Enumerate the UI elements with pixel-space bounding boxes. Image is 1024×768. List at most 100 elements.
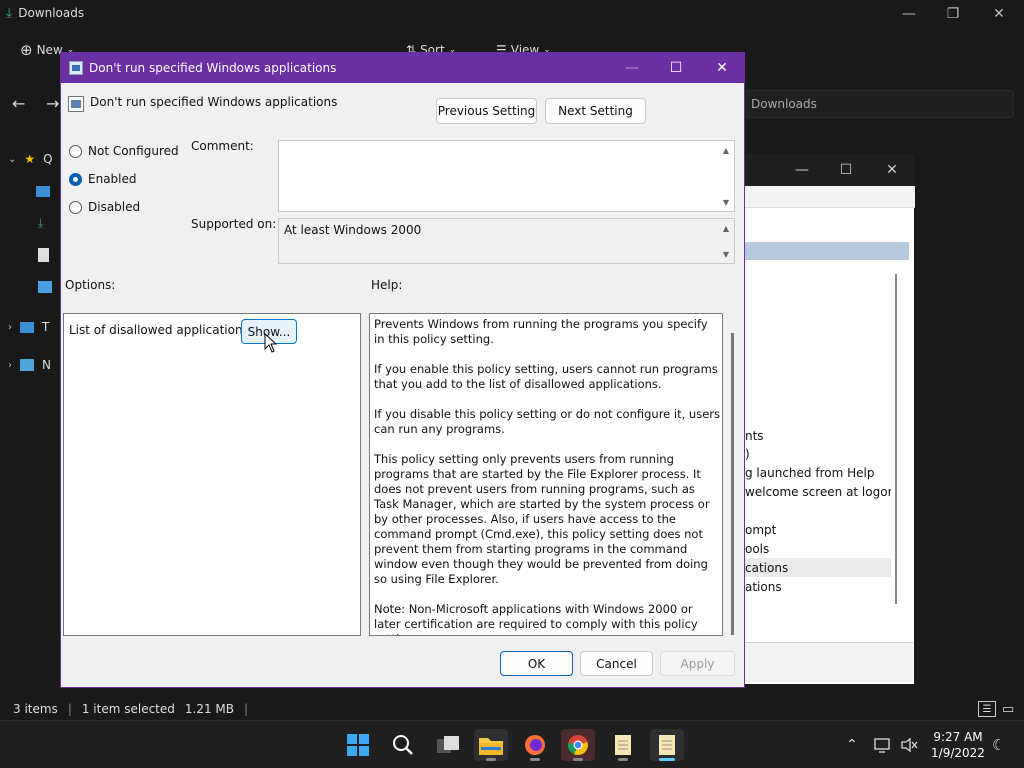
start-button[interactable] [341, 729, 375, 761]
address-bar[interactable]: Downloads [744, 90, 1014, 118]
tiles-view-icon[interactable]: ▭ [1002, 702, 1014, 717]
star-icon: ★ [24, 152, 36, 166]
search-button[interactable] [386, 729, 420, 761]
status-item-count: 3 items [13, 702, 58, 716]
show-hidden-icons[interactable]: ⌃ [846, 721, 858, 768]
radio-circle-icon[interactable] [69, 200, 82, 214]
comment-scrollbar[interactable]: ▲ ▼ [718, 141, 734, 211]
radio-label: Not Configured [88, 144, 179, 158]
explorer-title-text: Downloads [18, 6, 85, 20]
previous-setting-button[interactable]: Previous Setting [436, 98, 537, 124]
download-icon: ⤓ [6, 5, 13, 21]
forward-arrow-icon[interactable]: → [46, 90, 59, 116]
close-icon[interactable]: ✕ [699, 53, 745, 83]
radio-disabled[interactable]: Disabled [69, 198, 140, 216]
radio-label: Disabled [88, 200, 141, 214]
policy-editor-taskbar[interactable] [650, 729, 684, 761]
gpedit-menubar [745, 186, 915, 208]
close-icon[interactable]: ✕ [976, 0, 1022, 28]
new-label: New [36, 43, 63, 57]
file-explorer-taskbar[interactable] [474, 729, 508, 761]
cancel-button[interactable]: Cancel [580, 651, 653, 676]
running-indicator [530, 758, 540, 761]
address-text: Downloads [751, 97, 817, 111]
help-paragraph: Note: Non-Microsoft applications with Wi… [374, 602, 698, 635]
list-item[interactable]: ools [745, 539, 891, 558]
running-indicator [486, 758, 496, 761]
network-disconnected-icon [874, 738, 890, 753]
maximize-icon[interactable]: ☐ [823, 154, 869, 186]
comment-label: Comment: [191, 139, 254, 153]
document-icon [615, 735, 631, 755]
chrome-icon [567, 735, 588, 756]
chevron-down-icon: ⌄ [8, 153, 17, 165]
help-paragraph: This policy setting only prevents users … [374, 452, 710, 586]
chrome-taskbar[interactable] [561, 729, 595, 761]
firefox-icon [525, 735, 545, 755]
sidebar-network[interactable]: › N [8, 354, 51, 376]
sidebar-item-documents[interactable] [38, 244, 49, 266]
scroll-up-icon[interactable]: ▲ [718, 221, 734, 235]
details-view-icon[interactable]: ☰ [978, 701, 996, 717]
list-item[interactable]: ompt [745, 520, 891, 539]
clock[interactable]: 9:27 AM 1/9/2022 [926, 729, 990, 761]
policy-app-icon [69, 61, 83, 75]
radio-not-configured[interactable]: Not Configured [69, 142, 179, 160]
help-paragraph: If you enable this policy setting, users… [374, 362, 718, 391]
moon-icon: ☾ [992, 736, 1006, 754]
taskbar: ⌃ 9:27 AM 1/9/2022 ☾ [0, 720, 1024, 768]
scroll-up-icon[interactable]: ▲ [718, 143, 734, 157]
gpedit-tabs-area [745, 642, 913, 682]
status-selected: 1 item selected [81, 702, 175, 716]
disallowed-apps-label: List of disallowed applications [69, 323, 249, 337]
notifications-button[interactable]: ☾ [992, 721, 1005, 768]
maximize-icon[interactable]: ☐ [653, 53, 699, 83]
status-divider: | [67, 702, 72, 716]
sidebar-quick-access[interactable]: ⌄ ★ Q [8, 148, 53, 170]
list-item[interactable]: ) [745, 444, 891, 463]
supported-on-value: At least Windows 2000 [284, 223, 422, 237]
sidebar-label: Q [43, 152, 53, 166]
clock-date: 1/9/2022 [931, 746, 985, 760]
explorer-title: ⤓ Downloads [6, 4, 84, 22]
network-tray-icon[interactable] [874, 721, 892, 768]
radio-circle-icon[interactable] [69, 144, 82, 158]
sidebar-item-downloads[interactable]: ⤓ [38, 212, 43, 234]
status-divider: | [244, 702, 249, 716]
ok-button[interactable]: OK [500, 651, 573, 676]
scroll-down-icon[interactable]: ▼ [718, 195, 734, 209]
sidebar-this-pc[interactable]: › T [8, 316, 49, 338]
list-item-selected[interactable]: cations [745, 558, 891, 577]
restore-icon[interactable]: ❐ [930, 0, 976, 28]
notepad-taskbar[interactable] [606, 729, 640, 761]
document-icon [38, 248, 49, 262]
task-view-button[interactable] [431, 729, 465, 761]
minimize-icon[interactable]: — [886, 0, 932, 28]
supported-scrollbar[interactable]: ▲ ▼ [718, 219, 734, 263]
firefox-taskbar[interactable] [518, 729, 552, 761]
list-item[interactable]: g launched from Help [745, 463, 891, 482]
scroll-down-icon[interactable]: ▼ [718, 247, 734, 261]
column-header [745, 242, 909, 260]
radio-selected-icon[interactable] [69, 172, 82, 186]
back-arrow-icon[interactable]: ← [12, 90, 25, 116]
next-setting-button[interactable]: Next Setting [545, 98, 646, 124]
folder-icon [479, 738, 503, 755]
list-item[interactable]: ations [745, 577, 891, 596]
chevron-right-icon: › [8, 359, 12, 371]
volume-tray-icon[interactable] [900, 721, 918, 768]
policy-setting-icon [68, 96, 84, 112]
help-scrollbar[interactable] [731, 333, 734, 635]
radio-label: Enabled [88, 172, 137, 186]
list-item[interactable]: nts [745, 426, 891, 445]
minimize-icon: — [625, 60, 639, 76]
radio-enabled[interactable]: Enabled [69, 170, 137, 188]
comment-textarea[interactable]: ▲ ▼ [278, 140, 735, 212]
sidebar-item-desktop[interactable] [36, 180, 50, 202]
list-item[interactable]: welcome screen at logon [745, 482, 891, 501]
scrollbar[interactable] [895, 274, 897, 604]
close-icon[interactable]: ✕ [869, 154, 915, 186]
computer-icon [20, 321, 34, 333]
minimize-icon[interactable]: — [779, 154, 825, 186]
sidebar-item-pictures[interactable] [38, 276, 52, 298]
